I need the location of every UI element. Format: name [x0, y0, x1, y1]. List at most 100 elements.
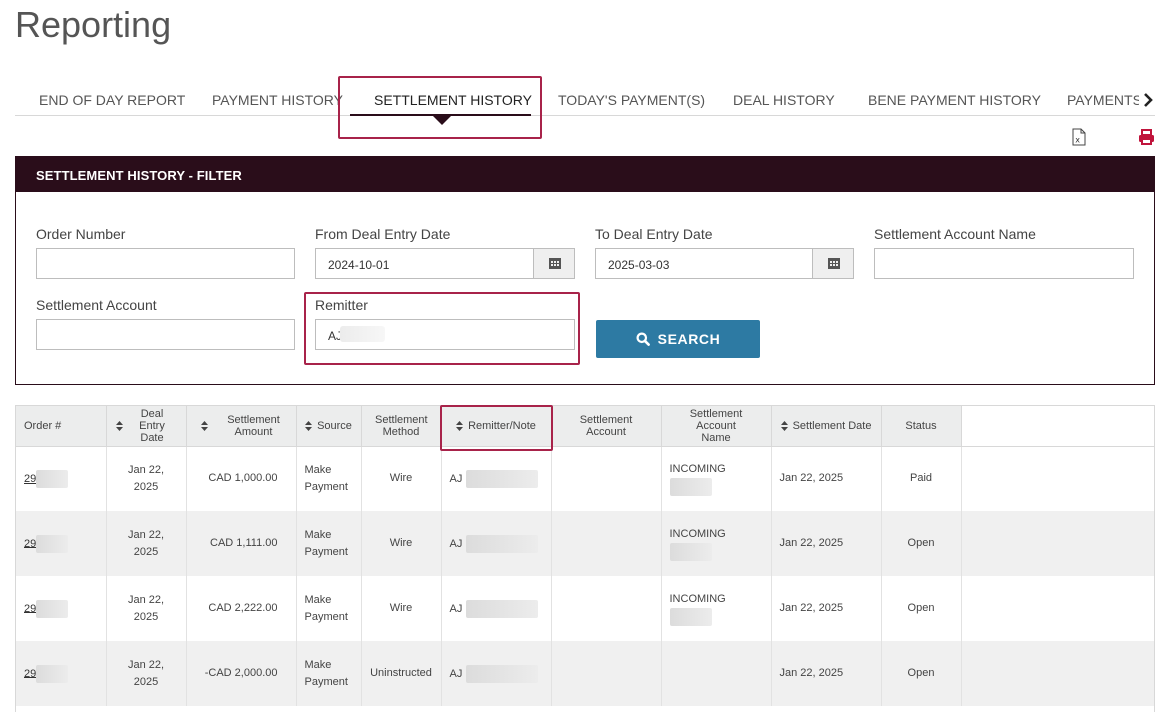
redacted-text — [36, 599, 69, 618]
account-name-cell — [661, 641, 772, 706]
from-date-label: From Deal Entry Date — [315, 226, 451, 242]
account-cell — [551, 511, 662, 576]
source-cell: Make Payment — [296, 641, 362, 706]
col-empty — [961, 406, 1154, 447]
redacted-text — [466, 599, 539, 618]
table-row: 29 Jan 22, 2025 CAD 2,222.00 Make Paymen… — [16, 576, 1154, 641]
sort-icon — [201, 420, 208, 431]
table-header-row: Order # Deal Entry Date Settlement Amoun… — [16, 406, 1154, 447]
source-cell: Make Payment — [296, 446, 362, 511]
sort-icon — [305, 420, 313, 431]
excel-export-icon[interactable]: x — [1071, 128, 1087, 146]
settlement-date-cell: Jan 22, 2025 — [771, 576, 882, 641]
filter-panel-title: SETTLEMENT HISTORY - FILTER — [16, 157, 1154, 192]
page-title: Reporting — [15, 4, 172, 45]
svg-text:x: x — [1075, 136, 1080, 145]
remitter-highlight — [304, 292, 580, 365]
calendar-icon — [549, 258, 561, 269]
status-cell: Open — [881, 576, 962, 641]
settlement-date-cell: Jan 22, 2025 — [771, 446, 882, 511]
col-settlement-account: Settlement Account — [551, 406, 662, 447]
redacted-text — [36, 469, 69, 488]
redacted-text — [466, 664, 539, 683]
col-deal-entry-date[interactable]: Deal Entry Date — [106, 406, 187, 447]
redacted-text — [36, 534, 69, 553]
to-date-input[interactable]: 2025-03-03 — [595, 248, 814, 279]
col-settlement-date[interactable]: Settlement Date — [771, 406, 882, 447]
account-name-cell: INCOMING — [661, 446, 772, 511]
remitter-cell: AJ — [441, 446, 552, 511]
source-cell: Make Payment — [296, 576, 362, 641]
table-row: 29 Jan 22, 2025 -CAD 2,000.00 Make Payme… — [16, 641, 1154, 706]
from-date-input[interactable]: 2024-10-01 — [315, 248, 534, 279]
settlement-account-input[interactable] — [36, 319, 295, 350]
method-cell: Wire — [361, 576, 442, 641]
col-status: Status — [881, 406, 962, 447]
redacted-text — [466, 534, 539, 553]
settlement-account-name-label: Settlement Account Name — [874, 226, 1036, 242]
settlement-account-label: Settlement Account — [36, 297, 157, 313]
status-cell: Open — [881, 511, 962, 576]
tab-end-of-day-report[interactable]: END OF DAY REPORT — [39, 92, 185, 108]
col-order: Order # — [16, 406, 107, 447]
search-button[interactable]: SEARCH — [596, 320, 760, 358]
order-link[interactable]: 29 — [24, 537, 36, 549]
deal-date-cell: Jan 22, 2025 — [106, 446, 187, 511]
deal-date-cell: Jan 22, 2025 — [106, 511, 187, 576]
remitter-column-highlight — [440, 405, 553, 451]
deal-date-cell: Jan 22, 2025 — [106, 641, 187, 706]
method-cell: Uninstructed — [361, 641, 442, 706]
amount-cell: CAD 1,111.00 — [186, 511, 297, 576]
order-link[interactable]: 29 — [24, 667, 36, 679]
to-date-calendar-button[interactable] — [812, 248, 854, 279]
table-row: 29 Jan 22, 2025 CAD 1,000.00 Make Paymen… — [16, 446, 1154, 511]
redacted-text — [36, 664, 69, 683]
source-cell: Make Payment — [296, 511, 362, 576]
sort-icon — [780, 420, 788, 431]
tab-bene-payment-history[interactable]: BENE PAYMENT HISTORY — [868, 92, 1041, 108]
account-name-cell: INCOMING — [661, 576, 772, 641]
settlement-tab-highlight — [338, 76, 542, 139]
remitter-cell: AJ — [441, 641, 552, 706]
amount-cell: -CAD 2,000.00 — [186, 641, 297, 706]
deal-date-cell: Jan 22, 2025 — [106, 576, 187, 641]
status-cell: Paid — [881, 446, 962, 511]
status-cell: Open — [881, 641, 962, 706]
tab-todays-payments[interactable]: TODAY'S PAYMENT(S) — [558, 92, 705, 108]
redacted-text — [669, 608, 712, 626]
account-cell — [551, 641, 662, 706]
account-cell — [551, 446, 662, 511]
settlement-history-table: Order # Deal Entry Date Settlement Amoun… — [15, 405, 1155, 712]
redacted-text — [669, 543, 712, 561]
account-cell — [551, 576, 662, 641]
report-tabs: END OF DAY REPORT PAYMENT HISTORY SETTLE… — [15, 80, 1155, 125]
account-name-cell: INCOMING — [661, 511, 772, 576]
calendar-icon — [828, 258, 840, 269]
remitter-cell: AJ — [441, 511, 552, 576]
remitter-cell: AJ — [441, 576, 552, 641]
col-source[interactable]: Source — [296, 406, 362, 447]
table-row: 29 Jan 22, 2025 CAD 1,111.00 Make Paymen… — [16, 511, 1154, 576]
settlement-account-name-input[interactable] — [874, 248, 1134, 279]
from-date-calendar-button[interactable] — [533, 248, 575, 279]
order-link[interactable]: 29 — [24, 602, 36, 614]
amount-cell: CAD 2,222.00 — [186, 576, 297, 641]
col-settlement-method: Settlement Method — [361, 406, 442, 447]
search-button-label: SEARCH — [657, 331, 721, 347]
chevron-right-icon[interactable] — [1141, 91, 1155, 109]
sort-icon — [116, 420, 123, 431]
settlement-date-cell: Jan 22, 2025 — [771, 511, 882, 576]
redacted-text — [466, 469, 539, 488]
print-icon[interactable] — [1138, 128, 1155, 146]
order-number-input[interactable] — [36, 248, 295, 279]
order-link[interactable]: 29 — [24, 473, 36, 485]
col-settlement-account-name: Settlement Account Name — [661, 406, 772, 447]
order-number-label: Order Number — [36, 226, 126, 242]
method-cell: Wire — [361, 446, 442, 511]
col-settlement-amount[interactable]: Settlement Amount — [186, 406, 297, 447]
tab-payments[interactable]: PAYMENTS I — [1067, 92, 1139, 108]
tab-payment-history[interactable]: PAYMENT HISTORY — [212, 92, 343, 108]
redacted-text — [669, 478, 712, 497]
to-date-label: To Deal Entry Date — [595, 226, 713, 242]
tab-deal-history[interactable]: DEAL HISTORY — [733, 92, 835, 108]
